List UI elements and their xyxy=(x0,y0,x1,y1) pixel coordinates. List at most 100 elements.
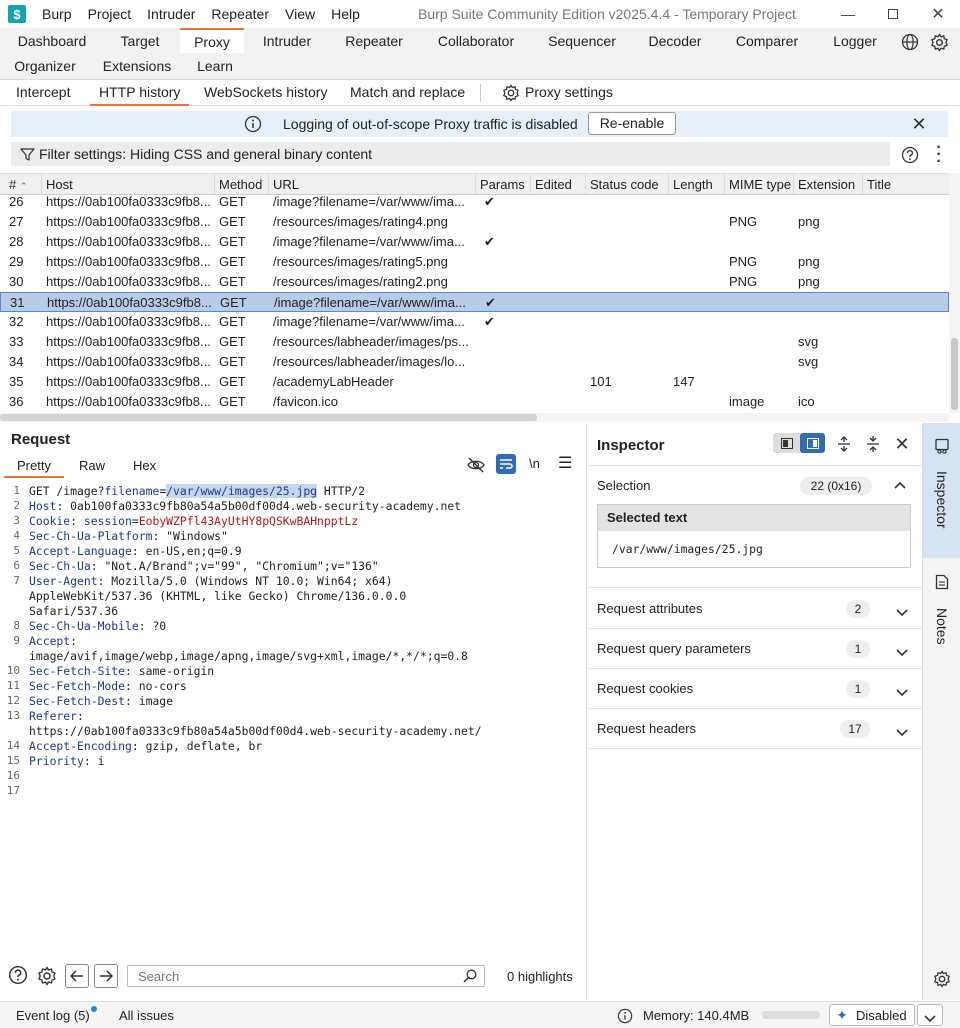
horizontal-scrollbar[interactable] xyxy=(0,413,949,422)
close-window-icon[interactable]: ✕ xyxy=(928,4,948,24)
request-editor[interactable]: 1 GET /image?filename=/var/www/images/25.… xyxy=(0,482,586,967)
table-row[interactable]: 28 https://0ab100fa0333c9fb8... GET/image?… xyxy=(0,232,949,252)
re-enable-button[interactable]: Re-enable xyxy=(588,112,676,135)
col-host[interactable]: Host xyxy=(42,174,215,196)
col-title[interactable]: Title xyxy=(863,174,949,196)
menu-help[interactable]: Help xyxy=(323,6,368,22)
chevron-down-icon[interactable] xyxy=(896,685,908,700)
row-ext xyxy=(795,293,864,313)
close-banner-icon[interactable]: ✕ xyxy=(909,114,929,134)
chevron-down-icon[interactable] xyxy=(896,725,908,740)
table-row[interactable]: 35 https://0ab100fa0333c9fb8... GET/academ… xyxy=(0,372,949,392)
col-url[interactable]: URL xyxy=(269,174,476,196)
filter-settings-bar[interactable]: Filter settings: Hiding CSS and general … xyxy=(11,142,890,166)
col-status-code[interactable]: Status code xyxy=(586,174,669,196)
request-query-parameters-row[interactable]: Request query parameters 1 xyxy=(588,629,922,669)
tab-http-history[interactable]: HTTP history xyxy=(90,80,190,106)
tab-logger[interactable]: Logger xyxy=(824,29,886,54)
minimize-icon[interactable]: — xyxy=(838,4,858,24)
arrow-right-icon[interactable] xyxy=(94,964,118,988)
tab-target[interactable]: Target xyxy=(106,29,174,54)
tab-intruder[interactable]: Intruder xyxy=(252,29,322,54)
col-num[interactable]: # ⌃ xyxy=(0,174,42,196)
newline-toggle[interactable]: \n xyxy=(529,456,540,471)
tab-pretty[interactable]: Pretty xyxy=(4,456,64,478)
all-issues-button[interactable]: All issues xyxy=(119,1008,174,1023)
vertical-scrollbar[interactable] xyxy=(949,173,960,413)
help-icon[interactable] xyxy=(8,965,28,985)
table-row[interactable]: 31 https://0ab100fa0333c9fb8... GET/image?… xyxy=(0,292,949,312)
table-row[interactable]: 27 https://0ab100fa0333c9fb8... GET/resour… xyxy=(0,212,949,232)
tab-learn[interactable]: Learn xyxy=(190,54,240,79)
hide-eye-icon[interactable] xyxy=(466,455,486,475)
chevron-down-icon[interactable] xyxy=(896,605,908,620)
col-length[interactable]: Length xyxy=(669,174,725,196)
layout-right-icon[interactable] xyxy=(800,433,825,453)
table-row[interactable]: 32 https://0ab100fa0333c9fb8... GET/image?… xyxy=(0,312,949,332)
scrollbar-thumb[interactable] xyxy=(951,338,958,410)
table-row[interactable]: 34 https://0ab100fa0333c9fb8... GET/resour… xyxy=(0,352,949,372)
maximize-icon[interactable] xyxy=(883,4,903,24)
globe-icon[interactable] xyxy=(900,32,920,52)
rail-notes-label[interactable]: Notes xyxy=(934,608,950,645)
request-cookies-row[interactable]: Request cookies 1 xyxy=(588,669,922,709)
col-extension[interactable]: Extension xyxy=(794,174,863,196)
settings-gear-icon[interactable] xyxy=(928,31,950,53)
tab-repeater[interactable]: Repeater xyxy=(336,29,412,54)
tab-proxy[interactable]: Proxy xyxy=(180,28,244,53)
menu-icon[interactable]: ☰ xyxy=(558,453,572,473)
tab-match-and-replace[interactable]: Match and replace xyxy=(350,80,465,106)
table-row[interactable]: 26 https://0ab100fa0333c9fb8... GET/image?… xyxy=(0,195,949,212)
menu-project[interactable]: Project xyxy=(80,6,140,22)
chevron-up-icon[interactable] xyxy=(894,476,906,492)
more-options-icon[interactable]: · · · xyxy=(932,140,946,170)
menu-intruder[interactable]: Intruder xyxy=(139,6,203,22)
tab-decoder[interactable]: Decoder xyxy=(640,29,710,54)
proxy-settings-gear-icon[interactable] xyxy=(501,83,521,103)
row-ext xyxy=(794,372,863,392)
tab-raw[interactable]: Raw xyxy=(79,456,105,476)
rail-settings-gear-icon[interactable] xyxy=(932,969,952,989)
tab-hex[interactable]: Hex xyxy=(133,456,156,476)
menu-repeater[interactable]: Repeater xyxy=(203,6,277,22)
tab-collaborator[interactable]: Collaborator xyxy=(428,29,524,54)
collapse-all-icon[interactable] xyxy=(864,435,882,453)
request-headers-row[interactable]: Request headers 17 xyxy=(588,709,922,749)
selection-row[interactable]: Selection 22 (0x16) xyxy=(588,465,922,505)
table-row[interactable]: 29 https://0ab100fa0333c9fb8... GET/resour… xyxy=(0,252,949,272)
table-row[interactable]: 36 https://0ab100fa0333c9fb8... GET/favico… xyxy=(0,392,949,412)
close-inspector-icon[interactable]: ✕ xyxy=(892,434,912,454)
tab-dashboard[interactable]: Dashboard xyxy=(8,29,96,54)
tab-intercept[interactable]: Intercept xyxy=(16,80,70,106)
row-status xyxy=(586,272,669,292)
search-icon[interactable] xyxy=(462,968,478,984)
tab-sequencer[interactable]: Sequencer xyxy=(542,29,622,54)
expand-all-icon[interactable] xyxy=(835,435,853,453)
proxy-settings-button[interactable]: Proxy settings xyxy=(525,80,613,106)
arrow-left-icon[interactable] xyxy=(65,964,89,988)
tab-organizer[interactable]: Organizer xyxy=(8,54,82,79)
col-method[interactable]: Method xyxy=(215,174,269,196)
tab-websockets-history[interactable]: WebSockets history xyxy=(204,80,327,106)
menu-burp[interactable]: Burp xyxy=(34,6,80,22)
help-icon[interactable] xyxy=(900,145,919,164)
col-params[interactable]: Params xyxy=(476,174,531,196)
rail-inspector-tab[interactable]: Inspector xyxy=(923,423,960,558)
col-mime-type[interactable]: MIME type xyxy=(725,174,794,196)
layout-left-icon[interactable] xyxy=(776,435,798,451)
wrap-lines-icon[interactable] xyxy=(496,454,516,474)
tab-extensions[interactable]: Extensions xyxy=(98,54,176,79)
tab-comparer[interactable]: Comparer xyxy=(728,29,806,54)
search-input[interactable] xyxy=(127,965,485,987)
menu-view[interactable]: View xyxy=(277,6,323,22)
row-status xyxy=(586,252,669,272)
event-log-button[interactable]: Event log (5) xyxy=(16,1008,90,1023)
request-attributes-row[interactable]: Request attributes 2 xyxy=(588,589,922,629)
table-row[interactable]: 30 https://0ab100fa0333c9fb8... GET/resour… xyxy=(0,272,949,292)
chevron-down-icon[interactable] xyxy=(896,645,908,660)
hscrollbar-thumb[interactable] xyxy=(0,414,537,421)
table-row[interactable]: 33 https://0ab100fa0333c9fb8... GET/resour… xyxy=(0,332,949,352)
col-edited[interactable]: Edited xyxy=(531,174,586,196)
settings-gear-icon[interactable] xyxy=(36,965,58,987)
notes-icon[interactable] xyxy=(933,573,951,591)
